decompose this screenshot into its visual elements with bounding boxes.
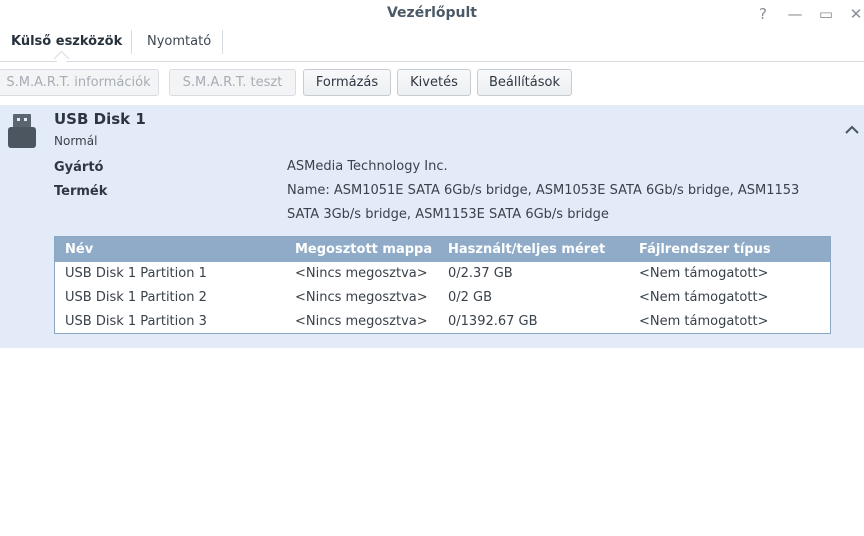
table-header: Név Megosztott mappa Használt/teljes mér… [55,237,830,262]
close-icon[interactable]: ✕ [846,4,864,24]
filesystem-type: <Nem támogatott> [639,314,769,329]
smart-info-button[interactable]: S.M.A.R.T. információk [0,69,159,96]
device-name: USB Disk 1 [54,110,146,128]
tab-divider [222,30,223,54]
settings-button[interactable]: Beállítások [477,69,572,96]
partition-name: USB Disk 1 Partition 2 [65,290,207,305]
toolbar: S.M.A.R.T. információk S.M.A.R.T. teszt … [0,62,864,106]
used-total-size: 0/2.37 GB [448,266,513,281]
tab-divider [131,30,132,54]
smart-test-button[interactable]: S.M.A.R.T. teszt [169,69,296,96]
shared-folder: <Nincs megosztva> [295,266,428,281]
partition-name: USB Disk 1 Partition 1 [65,266,207,281]
product-label: Termék [54,184,108,199]
usb-drive-icon [8,114,36,148]
column-header-filesystem-type[interactable]: Fájlrendszer típus [639,242,771,257]
shared-folder: <Nincs megosztva> [295,290,428,305]
table-row[interactable]: USB Disk 1 Partition 1 <Nincs megosztva>… [55,262,830,286]
collapse-chevron-up-icon[interactable] [842,120,862,140]
title-bar: Vezérlőpult ? — ▭ ✕ [0,0,864,28]
partition-table: Név Megosztott mappa Használt/teljes mér… [54,236,831,334]
filesystem-type: <Nem támogatott> [639,266,769,281]
column-header-shared-folder[interactable]: Megosztott mappa [295,242,432,257]
column-header-name[interactable]: Név [65,242,93,257]
eject-button[interactable]: Kivetés [397,69,471,96]
device-status: Normál [54,134,98,148]
product-value: Name: ASM1051E SATA 6Gb/s bridge, ASM105… [287,183,800,222]
tab-external-devices[interactable]: Külső eszközök [11,34,122,49]
shared-folder: <Nincs megosztva> [295,314,428,329]
column-header-used-total-size[interactable]: Használt/teljes méret [448,242,605,257]
tab-printer[interactable]: Nyomtató [147,34,211,49]
used-total-size: 0/2 GB [448,290,493,305]
tab-bar: Külső eszközök Nyomtató [0,28,864,67]
help-icon[interactable]: ? [753,4,773,24]
window-title: Vezérlőpult [386,5,477,21]
device-panel: USB Disk 1 Normál Gyártó ASMedia Technol… [0,106,864,348]
table-row[interactable]: USB Disk 1 Partition 3 <Nincs megosztva>… [55,310,830,334]
manufacturer-label: Gyártó [54,160,104,175]
table-row[interactable]: USB Disk 1 Partition 2 <Nincs megosztva>… [55,286,830,310]
used-total-size: 0/1392.67 GB [448,314,538,329]
minimize-icon[interactable]: — [785,4,805,24]
manufacturer-value: ASMedia Technology Inc. [287,159,448,174]
partition-name: USB Disk 1 Partition 3 [65,314,207,329]
maximize-icon[interactable]: ▭ [816,4,836,24]
filesystem-type: <Nem támogatott> [639,290,769,305]
format-button[interactable]: Formázás [303,69,391,96]
